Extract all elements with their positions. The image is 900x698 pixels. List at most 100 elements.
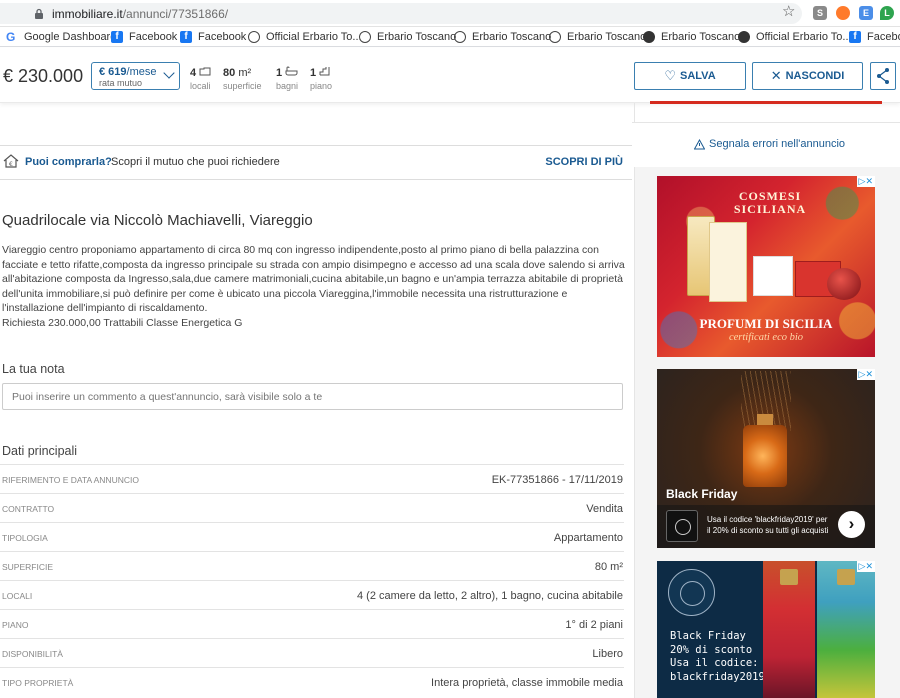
divider <box>634 103 635 123</box>
heart-icon: ♡ <box>664 68 676 83</box>
note-heading: La tua nota <box>2 362 65 376</box>
bookmark-label: Official Erbario To... <box>756 31 852 43</box>
accent-bar <box>650 101 882 104</box>
bottle-cap-image <box>780 569 798 585</box>
feature-value: 4 <box>190 67 197 79</box>
ad-banner-erbario[interactable]: Black Friday 20% di sconto Usa il codice… <box>657 561 875 698</box>
svg-text:€: € <box>9 161 13 168</box>
bookmark-label: Google Dashboard <box>24 31 117 43</box>
bookmark-item[interactable]: f Facebook <box>180 29 246 45</box>
url-field[interactable]: immobiliare.it/annunci/77351866/ <box>0 3 802 24</box>
mortgage-rate-value: € 619/mese <box>99 66 157 78</box>
ad-banner-cosmesi[interactable]: COSMESI SICILIANA PROFUMI DI SICILIA cer… <box>657 176 875 357</box>
brand-logo-icon <box>666 510 698 542</box>
feature-value: 80 <box>223 67 236 79</box>
share-button[interactable] <box>870 62 896 90</box>
bookmark-item[interactable]: Erbario Toscano <box>359 29 456 45</box>
mortgage-rate-label: rata mutuo <box>99 78 143 88</box>
ad-headline: Black Friday <box>666 487 738 501</box>
divider <box>0 179 632 180</box>
divider <box>632 122 900 123</box>
note-input[interactable] <box>2 383 623 410</box>
listing-description-text: Viareggio centro proponiamo appartamento… <box>2 244 625 315</box>
listing-price: € 230.000 <box>3 66 84 86</box>
bookmark-item[interactable]: Erbario Toscano <box>549 29 646 45</box>
bottle-cap-image <box>837 569 855 585</box>
bookmark-label: Erbario Toscano <box>377 31 457 43</box>
bookmark-item[interactable]: Erbario Toscano <box>454 29 551 45</box>
hide-button-label: NASCONDI <box>785 70 845 82</box>
row-value: 4 (2 camere da letto, 2 altro), 1 bagno,… <box>357 590 623 602</box>
adchoices-icon[interactable]: ▷✕ <box>856 176 875 187</box>
share-icon <box>877 68 889 84</box>
divider <box>0 145 632 146</box>
bookmark-item[interactable]: G Google Dashboard <box>6 29 116 45</box>
product-box-image <box>753 256 793 296</box>
mortgage-rate-dropdown[interactable]: € 619/mese rata mutuo <box>91 62 180 90</box>
lock-icon <box>35 8 43 19</box>
extension-icon[interactable] <box>836 6 850 20</box>
listing-title: Quadrilocale via Niccolò Machiavelli, Vi… <box>2 212 313 229</box>
bookmark-item[interactable]: Official Erbario To... <box>738 29 852 45</box>
extension-icon[interactable]: E <box>859 6 873 20</box>
row-key: Piano <box>2 620 29 630</box>
adchoices-icon[interactable]: ▷✕ <box>856 561 875 572</box>
url-host: immobiliare.it <box>52 7 123 21</box>
bookmark-item[interactable]: Official Erbario To... <box>248 29 362 45</box>
table-row: Disponibilità Libero <box>0 638 624 667</box>
bookmark-label: Official Erbario To... <box>266 31 362 43</box>
chevron-down-icon <box>163 67 175 79</box>
details-table: Riferimento e data annuncio EK-77351866 -… <box>0 464 624 696</box>
product-box-image <box>709 222 747 302</box>
save-button-label: SALVA <box>680 70 716 82</box>
row-key: Tipologia <box>2 533 48 543</box>
discover-more-link[interactable]: SCOPRI DI PIÙ <box>545 156 623 168</box>
mortgage-description: Scopri il mutuo che puoi richiedere <box>111 156 280 168</box>
row-value: 1° di 2 piani <box>565 619 623 631</box>
facebook-icon: f <box>111 31 123 43</box>
ad-tagline: certificati eco bio <box>728 332 804 343</box>
google-icon: G <box>6 30 16 44</box>
ad-brand: COSMESI SICILIANA <box>733 189 807 216</box>
feature-bathrooms: 1 bagni <box>276 65 298 91</box>
globe-icon <box>738 31 750 43</box>
feature-floor: 1 piano <box>310 65 332 91</box>
report-errors-link[interactable]: Segnala errori nell'annuncio <box>694 138 845 150</box>
diffuser-bottle-image <box>743 425 787 487</box>
feature-rooms: 4 locali <box>190 65 211 91</box>
bookmark-label: Facebook <box>129 31 178 43</box>
table-row: Tipo proprietà Intera proprietà, classe i… <box>0 667 624 696</box>
save-button[interactable]: ♡ SALVA <box>634 62 746 90</box>
mortgage-question: Puoi comprarla? <box>25 156 112 168</box>
globe-icon <box>643 31 655 43</box>
row-key: Superficie <box>2 562 54 572</box>
adchoices-icon[interactable]: ▷✕ <box>856 369 875 380</box>
bookmark-star-icon[interactable]: ☆ <box>782 2 795 20</box>
feature-label: locali <box>190 81 211 91</box>
feature-label: superficie <box>223 81 262 91</box>
extension-icon[interactable]: L <box>880 6 894 20</box>
ad-banner-black-friday[interactable]: Black Friday Usa il codice 'blackfriday2… <box>657 369 875 548</box>
stairs-icon <box>319 67 330 76</box>
row-value: Libero <box>592 648 623 660</box>
bookmark-label: Erbario Toscano <box>567 31 647 43</box>
hide-button[interactable]: ✕ NASCONDI <box>752 62 863 90</box>
extension-icon[interactable]: S <box>813 6 827 20</box>
bookmark-item[interactable]: Erbario Toscano <box>643 29 740 45</box>
rooms-icon <box>199 67 211 76</box>
bookmark-item[interactable]: f Facebook <box>111 29 177 45</box>
feature-label: piano <box>310 81 333 91</box>
report-errors-label: Segnala errori nell'annuncio <box>709 138 846 150</box>
chevron-right-icon[interactable]: › <box>838 511 865 538</box>
bookmark-item[interactable]: f Facebo <box>849 29 900 45</box>
close-icon: ✕ <box>770 68 782 83</box>
leaf-icon <box>248 31 260 43</box>
bookmark-label: Facebook <box>198 31 247 43</box>
table-row: Tipologia Appartamento <box>0 522 624 551</box>
feature-value: 1 <box>276 67 283 79</box>
facebook-icon: f <box>180 31 192 43</box>
ad-text: Usa il codice 'blackfriday2019' per il 2… <box>707 515 829 535</box>
feature-surface: 80 m² superficie <box>223 65 262 91</box>
bath-icon <box>285 66 298 76</box>
bookmark-label: Facebo <box>867 31 900 43</box>
